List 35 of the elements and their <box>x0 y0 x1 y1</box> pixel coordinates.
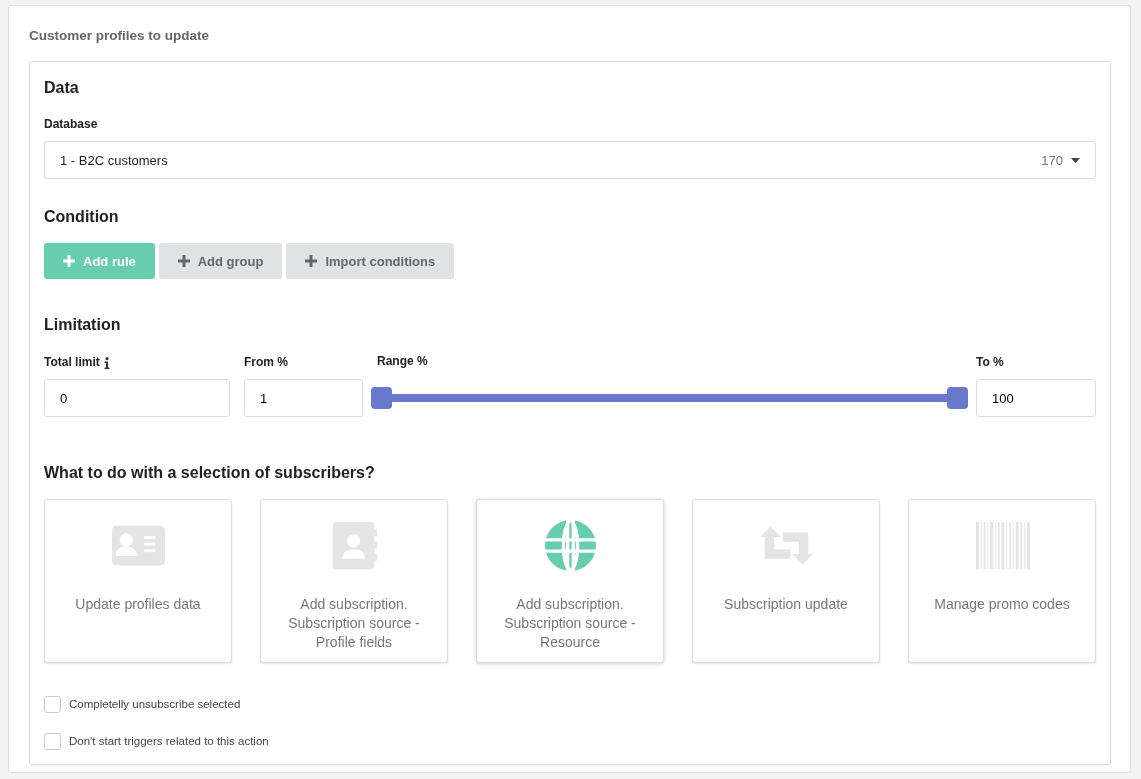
action-card[interactable]: Update profiles data <box>44 499 232 664</box>
add-button[interactable]: Import conditions <box>286 243 455 280</box>
checkbox-label: Completelly unsubscribe selected <box>69 697 241 713</box>
section-heading: Limitation <box>44 315 122 336</box>
checkbox[interactable] <box>44 732 61 750</box>
plus-icon <box>305 255 318 268</box>
select-value: 1 - B2C customers <box>60 151 168 170</box>
limit-input[interactable]: 0 <box>44 379 230 418</box>
info-icon[interactable] <box>103 357 110 370</box>
action-card[interactable]: Subscription update <box>692 499 880 664</box>
database-select[interactable]: 1 - B2C customers 170 <box>44 141 1096 180</box>
checkbox-label: Don't start triggers related to this action <box>69 733 269 749</box>
section-heading: Data <box>44 78 80 99</box>
action-card[interactable]: Manage promo codes <box>908 499 1096 664</box>
plus-icon <box>63 255 75 268</box>
checkbox[interactable] <box>44 696 61 714</box>
plus-icon <box>177 255 190 268</box>
field-label: From % <box>244 354 288 372</box>
range-slider[interactable] <box>371 386 968 411</box>
from-input[interactable]: 1 <box>244 379 363 418</box>
field-label: Total limit <box>44 354 100 372</box>
to-input[interactable]: 100 <box>976 379 1096 418</box>
section-heading: What to do with a selection of subscribers? <box>44 463 376 484</box>
action-card[interactable]: Add subscription. Subscription source - Resource <box>476 499 664 664</box>
count-text: 170 <box>1041 151 1063 170</box>
caret-icon <box>1071 157 1080 163</box>
slider-handle[interactable] <box>947 387 968 410</box>
field-label: To % <box>976 354 1004 372</box>
slider-handle[interactable] <box>371 387 392 410</box>
field-label: Range % <box>377 353 428 371</box>
action-card[interactable]: Add subscription. Subscription source - Profile fields <box>260 499 448 664</box>
add-button[interactable]: Add group <box>158 243 283 280</box>
field-label: Database <box>44 116 98 134</box>
section-heading: Condition <box>44 207 120 228</box>
panel-title: Customer profiles to update <box>29 27 210 45</box>
